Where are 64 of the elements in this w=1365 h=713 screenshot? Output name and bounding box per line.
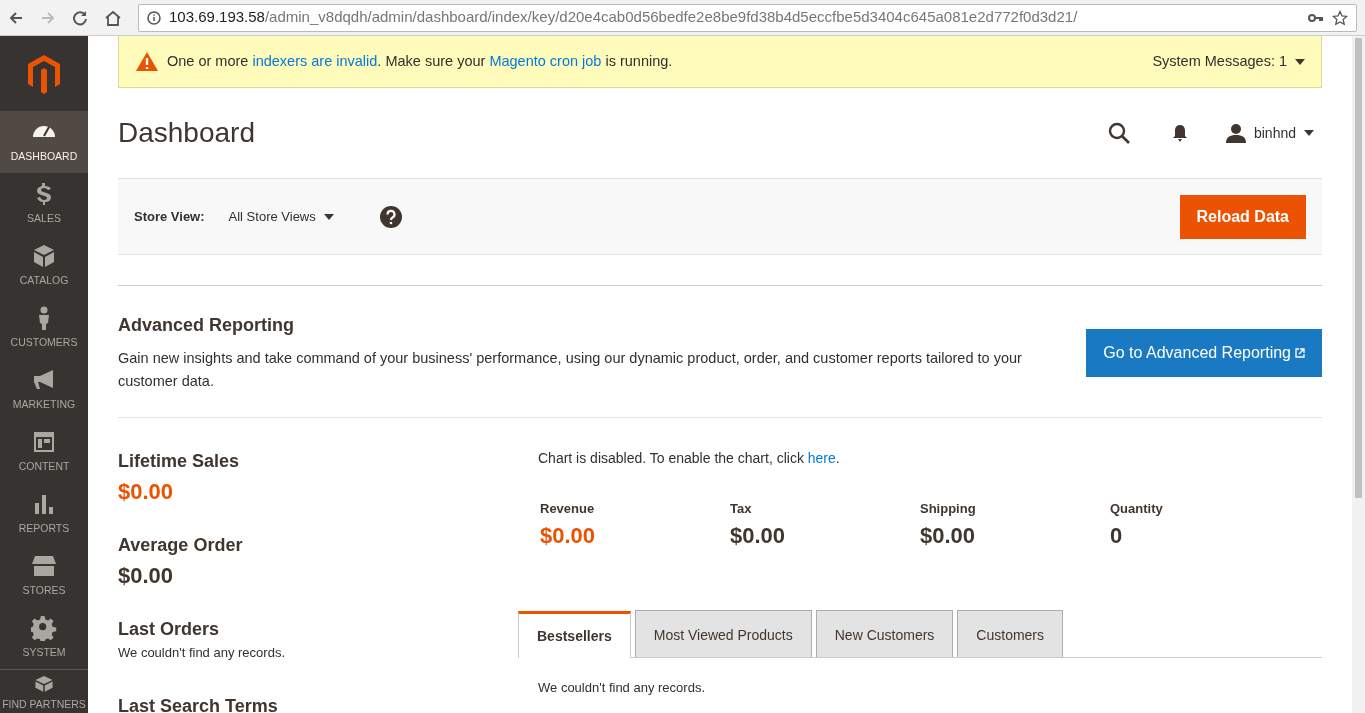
total-value: $0.00 <box>920 521 977 550</box>
reload-icon[interactable] <box>72 9 88 26</box>
total-label: Quantity <box>1110 500 1164 518</box>
section-title: Advanced Reporting <box>118 314 296 337</box>
sidebar-item[interactable]: SYSTEM <box>0 607 88 669</box>
gear-icon <box>31 615 57 642</box>
reload-data-button[interactable]: Reload Data <box>1179 194 1306 239</box>
sidebar-item[interactable]: STORES <box>0 545 88 607</box>
advanced-reporting-button[interactable]: Go to Advanced Reporting <box>1086 328 1322 377</box>
external-link-icon <box>1295 347 1305 358</box>
info-icon <box>147 10 161 25</box>
user-icon <box>1225 123 1246 143</box>
empty-message: We couldn't find any records. <box>537 678 706 697</box>
text-link[interactable]: here <box>807 450 836 466</box>
warning-icon <box>135 51 159 72</box>
address-bar[interactable]: 103.69.193.58/admin_v8dqdh/admin/dashboard/index/key/d20e4cab0d56bedfe2e8be9fd38b4d5eccfbe5d3404c645a081e2d772f0d3d21/ <box>138 3 1357 32</box>
help-icon[interactable] <box>379 205 402 228</box>
total-value: $0.00 <box>540 521 597 550</box>
back-icon[interactable] <box>8 9 24 26</box>
total-label: Tax <box>730 500 753 518</box>
tab[interactable]: Bestsellers <box>518 610 631 658</box>
total-value: $0.00 <box>730 521 787 550</box>
text-link[interactable]: Magento cron job <box>489 52 602 69</box>
box-icon <box>31 243 57 270</box>
store-view-dropdown[interactable]: All Store Views <box>228 206 334 227</box>
total-label: Shipping <box>920 500 977 518</box>
empty-message: We couldn't find any records. <box>118 644 286 662</box>
sidebar-item[interactable]: CATALOG <box>0 235 88 297</box>
caret-icon <box>1304 130 1314 136</box>
star-icon[interactable] <box>1332 9 1348 26</box>
sidebar-item[interactable]: REPORTS <box>0 483 88 545</box>
description-text: Gain new insights and take command of your business' performance, using our dynamic product, order, and customer reports tailored to your customer data. <box>118 349 1023 391</box>
store-view-label: Store View: <box>134 207 205 226</box>
stat-label: Lifetime Sales <box>118 450 241 473</box>
tab[interactable]: New Customers <box>815 609 954 657</box>
total-value: 0 <box>1110 521 1124 550</box>
tab[interactable]: Customers <box>957 609 1064 657</box>
logo-icon <box>26 53 62 94</box>
total-label: Revenue <box>540 500 596 518</box>
user-menu[interactable]: binhnd <box>1225 122 1314 144</box>
system-messages-toggle[interactable]: System Messages: 1 <box>1152 50 1305 73</box>
bell-icon[interactable] <box>1171 124 1188 142</box>
stat-value: $0.00 <box>118 478 175 506</box>
sidebar-item[interactable]: CONTENT <box>0 421 88 483</box>
caret-icon <box>323 213 334 220</box>
key-icon[interactable] <box>1308 11 1324 24</box>
tab[interactable]: Most Viewed Products <box>634 609 812 657</box>
stat-value: $0.00 <box>118 562 175 590</box>
section-title: Last Orders <box>118 618 221 641</box>
sidebar-item[interactable]: CUSTOMERS <box>0 297 88 359</box>
chart-notice-text: Chart is disabled. To enable the chart, click here. <box>538 449 841 468</box>
sidebar-item[interactable]: MARKETING <box>0 359 88 421</box>
sidebar-item[interactable]: DASHBOARD <box>0 111 88 173</box>
sidebar-item[interactable]: SALES <box>0 173 88 235</box>
page-title: Dashboard <box>118 116 256 150</box>
scrollbar[interactable] <box>1352 36 1365 713</box>
sidebar-item[interactable]: FIND PARTNERS <box>0 669 88 713</box>
home-icon[interactable] <box>104 9 122 26</box>
search-icon[interactable] <box>1107 122 1130 144</box>
message-text: One or more indexers are invalid. Make sure your Magento cron job is running. <box>167 51 674 71</box>
caret-icon <box>1295 58 1305 65</box>
url-text: 103.69.193.58/admin_v8dqdh/admin/dashboard/index/key/d20e4cab0d56bedfe2e8be9fd38b4d5eccfbe5d3404c645a081e2d772f0d3d21/ <box>169 7 1079 28</box>
stat-label: Average Order <box>118 534 244 557</box>
section-title: Last Search Terms <box>118 694 279 713</box>
